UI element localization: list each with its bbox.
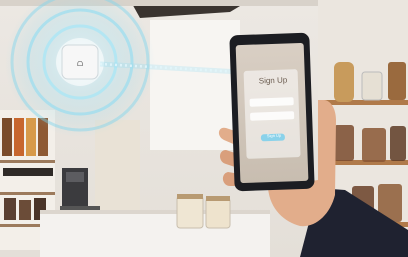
counter-jars — [176, 194, 231, 229]
device-logo-icon: ᗝ — [77, 60, 83, 68]
photo-scene: ᗝ Sign Up Sign Up — [0, 0, 408, 257]
signup-field-1 — [249, 97, 294, 107]
counter — [40, 210, 270, 257]
signup-title: Sign Up — [258, 75, 288, 86]
smartphone — [229, 32, 315, 192]
wifi-access-point: ᗝ — [61, 44, 99, 80]
doorway — [95, 120, 140, 215]
signup-submit-label[interactable]: Sign Up — [262, 133, 286, 139]
scene-svg: ᗝ — [0, 0, 408, 257]
signup-field-2 — [250, 111, 295, 121]
